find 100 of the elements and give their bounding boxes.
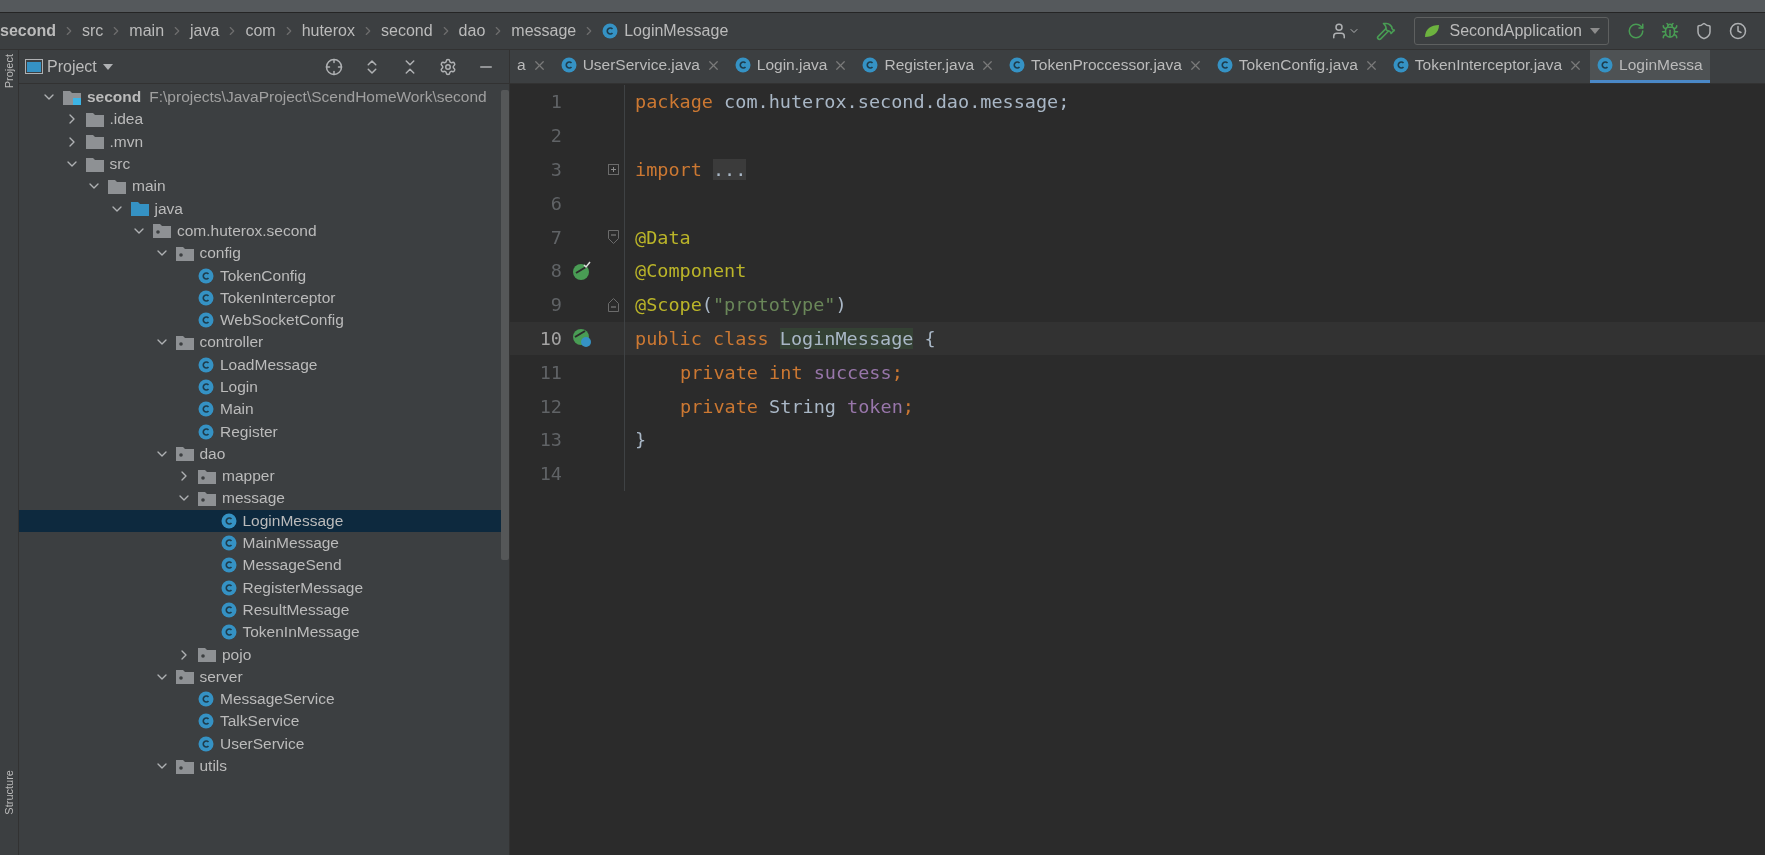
- editor-tab[interactable]: UserService.java: [553, 50, 728, 83]
- shield-icon[interactable]: [1695, 22, 1713, 40]
- editor-tab[interactable]: a: [510, 50, 554, 83]
- tree-item[interactable]: TokenInMessage: [19, 621, 501, 644]
- class-icon: [198, 267, 214, 284]
- class-icon: [198, 312, 214, 329]
- tree-item[interactable]: pojo: [19, 643, 501, 666]
- breadcrumb[interactable]: message: [511, 22, 577, 40]
- editor-tab[interactable]: LoginMessa: [1590, 50, 1710, 83]
- class-icon: [1216, 57, 1233, 73]
- stripe-button[interactable]: Project: [3, 54, 15, 89]
- run-config-dropdown[interactable]: SecondApplication: [1414, 17, 1609, 45]
- folder-icon: [63, 89, 81, 105]
- line-number: 14: [538, 463, 562, 485]
- hammer-icon[interactable]: [1376, 21, 1397, 41]
- crosshair-icon[interactable]: [325, 57, 343, 76]
- panel-title[interactable]: Project: [47, 57, 113, 76]
- tree-item[interactable]: Register: [19, 420, 501, 443]
- code-line: @Component: [634, 260, 747, 282]
- code-line: private int success;: [679, 361, 903, 383]
- tree-item[interactable]: config: [19, 242, 501, 265]
- folder-icon: [85, 111, 104, 127]
- editor-tab[interactable]: TokenConfig.java: [1209, 50, 1386, 83]
- settings-icon[interactable]: [439, 57, 457, 76]
- fold-end-icon[interactable]: [607, 297, 619, 312]
- tree-item[interactable]: MainMessage: [19, 531, 501, 555]
- fold-collapse-icon[interactable]: [607, 230, 619, 245]
- tree-item[interactable]: utils: [19, 754, 501, 778]
- code-line: public class LoginMessage {: [634, 327, 936, 349]
- breadcrumb[interactable]: second: [0, 22, 56, 40]
- tree-item[interactable]: com.huterox.second: [19, 219, 501, 243]
- line-number: 10: [538, 327, 562, 349]
- class-icon: [198, 713, 214, 730]
- clock-icon[interactable]: [1729, 22, 1747, 40]
- tree-item[interactable]: .mvn: [19, 130, 501, 153]
- scrollbar[interactable]: [501, 90, 509, 560]
- class-icon: [220, 579, 237, 596]
- rerun-icon[interactable]: [1627, 22, 1645, 40]
- tree-item[interactable]: main: [19, 175, 501, 198]
- editor-tab[interactable]: TokenInterceptor.java: [1385, 50, 1591, 83]
- line-number: 13: [538, 429, 562, 451]
- breadcrumb[interactable]: com: [245, 22, 276, 40]
- tree-item[interactable]: TokenInterceptor: [19, 286, 501, 309]
- editor-tab[interactable]: Register.java: [855, 50, 1003, 83]
- line-number: 11: [538, 361, 562, 383]
- breadcrumb[interactable]: LoginMessage: [602, 22, 729, 40]
- tree-item[interactable]: dao: [19, 442, 501, 466]
- editor-tab[interactable]: TokenProccessor.java: [1002, 50, 1210, 83]
- class-icon: [198, 423, 214, 440]
- editor-tab[interactable]: Login.java: [727, 50, 856, 83]
- tree-item[interactable]: Main: [19, 398, 501, 421]
- tree-item[interactable]: mapper: [19, 465, 501, 488]
- tree-item[interactable]: src: [19, 152, 501, 176]
- fold-expand-icon[interactable]: [607, 164, 619, 175]
- tree-item[interactable]: ResultMessage: [19, 598, 501, 622]
- class-icon: [220, 512, 237, 529]
- package-folder-icon: [175, 334, 194, 350]
- user-icon[interactable]: [1330, 22, 1361, 40]
- tree-item[interactable]: LoginMessage: [19, 509, 501, 532]
- class-icon: [198, 735, 214, 752]
- folder-icon: [85, 156, 104, 172]
- line-number: 1: [549, 91, 562, 113]
- debug-icon[interactable]: [1661, 22, 1679, 40]
- class-icon: [862, 57, 879, 73]
- breadcrumb[interactable]: huterox: [301, 22, 355, 40]
- tree-item[interactable]: WebSocketConfig: [19, 308, 501, 332]
- tree-item[interactable]: RegisterMessage: [19, 576, 501, 599]
- breadcrumb[interactable]: java: [190, 22, 220, 40]
- tree-item[interactable]: message: [19, 487, 501, 510]
- class-icon: [220, 624, 237, 641]
- breadcrumb[interactable]: second: [381, 22, 433, 40]
- code-line: package com.huterox.second.dao.message;: [634, 91, 1070, 113]
- code-line: @Scope("prototype"): [634, 294, 847, 316]
- breadcrumb[interactable]: dao: [458, 22, 486, 40]
- class-icon: [220, 535, 237, 552]
- line-number: 7: [549, 226, 562, 248]
- breadcrumb[interactable]: main: [129, 22, 165, 40]
- line-number: 8: [549, 260, 562, 282]
- tree-item[interactable]: server: [19, 665, 501, 688]
- tree-item[interactable]: .idea: [19, 108, 501, 131]
- class-icon: [198, 691, 214, 708]
- tree-item[interactable]: LoadMessage: [19, 353, 501, 376]
- tree-item[interactable]: java: [19, 197, 501, 220]
- tree-item[interactable]: MessageService: [19, 688, 501, 711]
- class-icon: [560, 57, 577, 73]
- tree-item[interactable]: MessageSend: [19, 554, 501, 577]
- tree-item[interactable]: Login: [19, 375, 501, 399]
- project-path: F:\projects\JavaProject\ScendHomeWork\second: [149, 88, 487, 107]
- tree-item[interactable]: TalkService: [19, 710, 501, 733]
- tree-item[interactable]: controller: [19, 331, 501, 354]
- class-icon: [220, 557, 237, 574]
- tree-item[interactable]: UserService: [19, 732, 501, 755]
- folder-icon: [108, 178, 126, 194]
- code-line: @Data: [634, 226, 691, 248]
- breadcrumb[interactable]: src: [82, 22, 104, 40]
- tree-item[interactable]: TokenConfig: [19, 264, 501, 287]
- tree-item[interactable]: second F:\projects\JavaProject\ScendHomeWork\second: [19, 86, 501, 109]
- class-icon: [220, 601, 237, 618]
- class-icon: [1009, 57, 1026, 73]
- stripe-button[interactable]: Structure: [3, 770, 15, 815]
